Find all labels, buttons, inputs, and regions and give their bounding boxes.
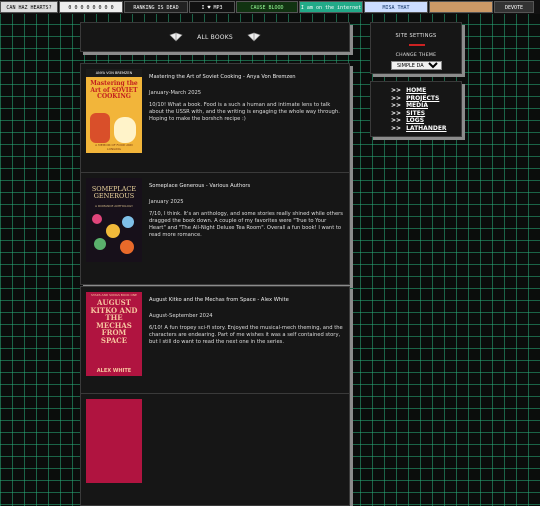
change-theme-label: CHANGE THEME [395, 53, 437, 58]
site-button[interactable]: I ♥ MP3 [189, 1, 235, 13]
book-title: Mastering the Art of Soviet Cooking - An… [149, 74, 296, 80]
book-review: 10/10! What a book. Food is a such a hum… [149, 102, 340, 122]
book-entry: ANYA VON BREMZEN Mastering the Art of SO… [80, 63, 350, 176]
button-banner-strip: CAN HAZ HEARTS? 0 0 0 0 0 0 0 0 RANKING … [0, 0, 540, 14]
nav-link-lathander[interactable]: >> LATHANDER [391, 125, 461, 133]
book-title: Someplace Generous - Various Authors [149, 183, 251, 189]
nav-link-media[interactable]: >> MEDIA [391, 102, 461, 110]
book-entry [80, 393, 350, 506]
open-book-icon [247, 32, 261, 42]
divider-icon [409, 44, 425, 46]
nav-link-home[interactable]: >> HOME [391, 87, 461, 95]
site-settings-panel: SITE SETTINGS CHANGE THEME SIMPLE DARK [370, 22, 462, 74]
book-cover-image: ANYA VON BREMZEN Mastering the Art of SO… [86, 69, 142, 153]
book-read-date: August-September 2024 [149, 313, 213, 319]
book-entry: SOMEPLACE GENEROUS A ROMANCE ANTHOLOGY S… [80, 172, 350, 285]
site-button[interactable]: DEVOTE [494, 1, 534, 13]
book-read-date: January-March 2025 [149, 90, 202, 96]
nav-link-logs[interactable]: >> LOGS [391, 117, 461, 125]
book-cover-image [86, 399, 142, 483]
site-settings-title: SITE SETTINGS [395, 33, 437, 39]
book-review: 7/10, I think. It's an anthology, and so… [149, 211, 343, 238]
nav-link-sites[interactable]: >> SITES [391, 110, 461, 118]
site-button[interactable]: CAN HAZ HEARTS? [0, 1, 58, 13]
site-button[interactable]: RANKING IS DEAD [124, 1, 188, 13]
book-title: August Kitko and the Mechas from Space -… [149, 297, 289, 303]
book-cover-image: STARS AND SONGS BOOK ONE AUGUST KITKO AN… [86, 292, 142, 376]
all-books-header: ALL BOOKS [80, 22, 350, 52]
open-book-icon [169, 32, 183, 42]
book-cover-image: SOMEPLACE GENEROUS A ROMANCE ANTHOLOGY [86, 178, 142, 262]
site-nav-panel: >> HOME >> PROJECTS >> MEDIA >> SITES >> LOGS… [370, 81, 462, 137]
theme-select[interactable]: SIMPLE DARK [391, 61, 442, 70]
site-button[interactable] [429, 1, 493, 13]
site-button[interactable]: CAUSE BLOOD [236, 1, 298, 13]
site-button[interactable]: MISA THAT [364, 1, 428, 13]
book-review: 6/10! A fun tropey sci-fi story. Enjoyed… [149, 325, 343, 345]
site-button[interactable]: 0 0 0 0 0 0 0 0 [59, 1, 123, 13]
book-entry: STARS AND SONGS BOOK ONE AUGUST KITKO AN… [80, 286, 350, 399]
book-read-date: January 2025 [149, 199, 184, 205]
site-button[interactable]: I am on the internet [299, 1, 363, 13]
nav-link-projects[interactable]: >> PROJECTS [391, 95, 461, 103]
page-title: ALL BOOKS [197, 33, 233, 41]
